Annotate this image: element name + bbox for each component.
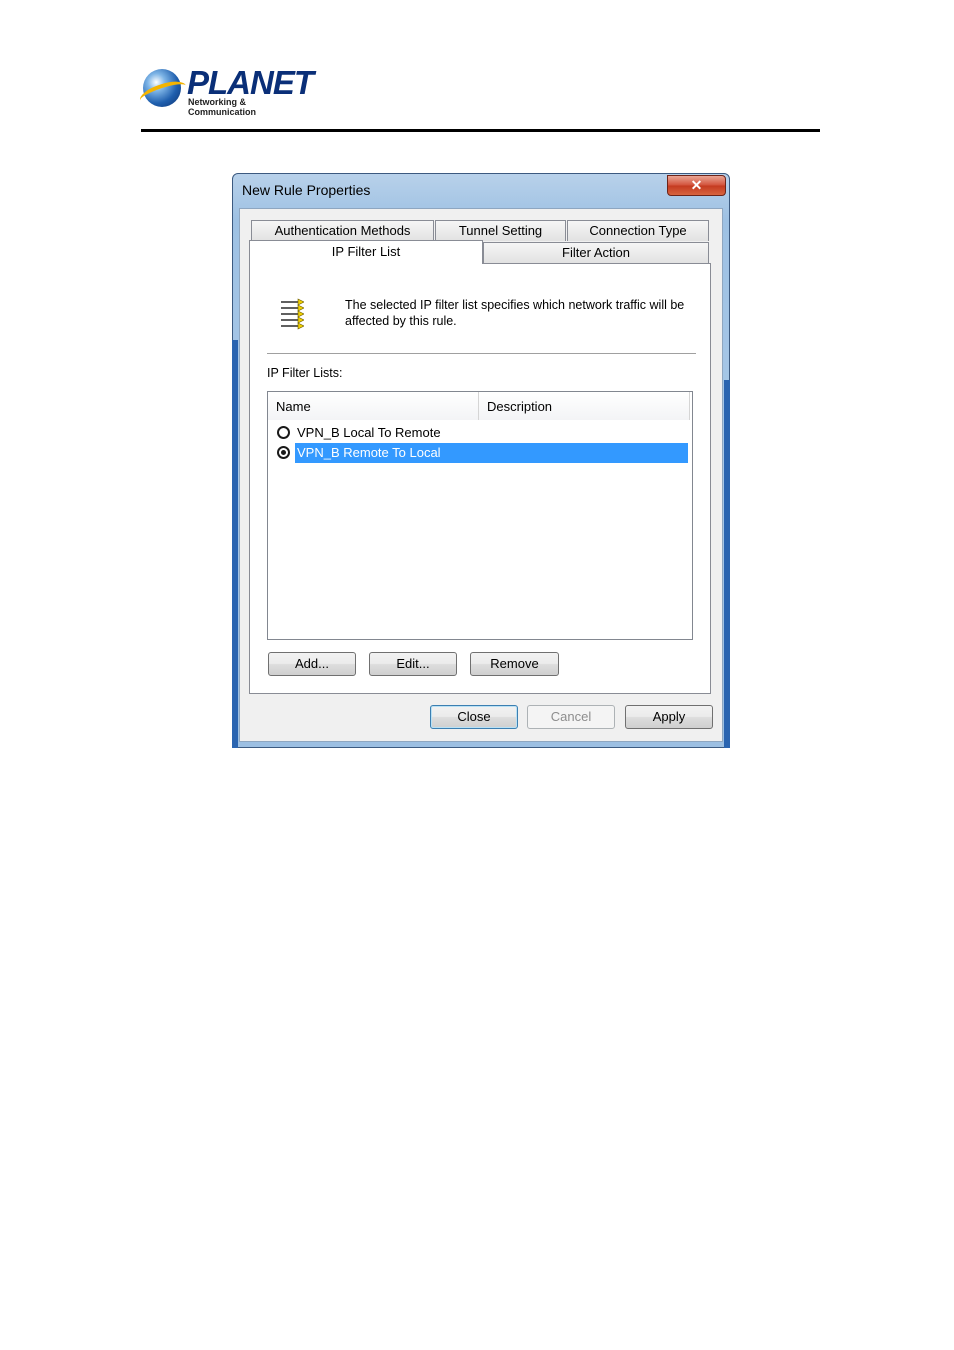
- description-text: The selected IP filter list specifies wh…: [345, 298, 685, 328]
- add-button[interactable]: Add...: [268, 652, 356, 676]
- column-header-name[interactable]: Name: [268, 392, 479, 420]
- tab-connection-type[interactable]: Connection Type: [567, 220, 709, 241]
- tab-authentication-methods[interactable]: Authentication Methods: [251, 220, 434, 241]
- list-item-name: VPN_B Local To Remote: [297, 425, 441, 440]
- close-icon: ✕: [690, 177, 703, 193]
- ip-filter-listview[interactable]: Name Description VPN_B Local To Remote V…: [267, 391, 693, 640]
- column-header-description[interactable]: Description: [479, 392, 690, 420]
- window-border-right: [724, 380, 730, 748]
- dialog-title: New Rule Properties: [242, 182, 371, 198]
- list-item[interactable]: VPN_B Remote To Local: [274, 443, 688, 463]
- ip-filter-lists-label: IP Filter Lists:: [267, 366, 343, 380]
- apply-button[interactable]: Apply: [625, 705, 713, 729]
- ip-filter-list-icon: [281, 298, 304, 330]
- separator: [267, 353, 696, 354]
- tab-ip-filter-list[interactable]: IP Filter List: [249, 240, 483, 264]
- radio-button[interactable]: [277, 426, 290, 439]
- close-button[interactable]: Close: [430, 705, 518, 729]
- header-rule: [141, 129, 820, 132]
- cancel-button[interactable]: Cancel: [527, 705, 615, 729]
- window-close-button[interactable]: ✕: [667, 175, 726, 196]
- logo-tagline: Networking & Communication: [188, 97, 257, 117]
- radio-button-selected[interactable]: [277, 446, 290, 459]
- tab-tunnel-setting[interactable]: Tunnel Setting: [435, 220, 566, 241]
- list-item-name: VPN_B Remote To Local: [295, 443, 688, 463]
- list-item[interactable]: VPN_B Local To Remote: [274, 423, 688, 443]
- window-border-left: [232, 340, 238, 748]
- remove-button[interactable]: Remove: [470, 652, 559, 676]
- planet-logo: PLANET Networking & Communication: [137, 64, 314, 117]
- edit-button[interactable]: Edit...: [369, 652, 457, 676]
- tab-filter-action[interactable]: Filter Action: [483, 242, 709, 263]
